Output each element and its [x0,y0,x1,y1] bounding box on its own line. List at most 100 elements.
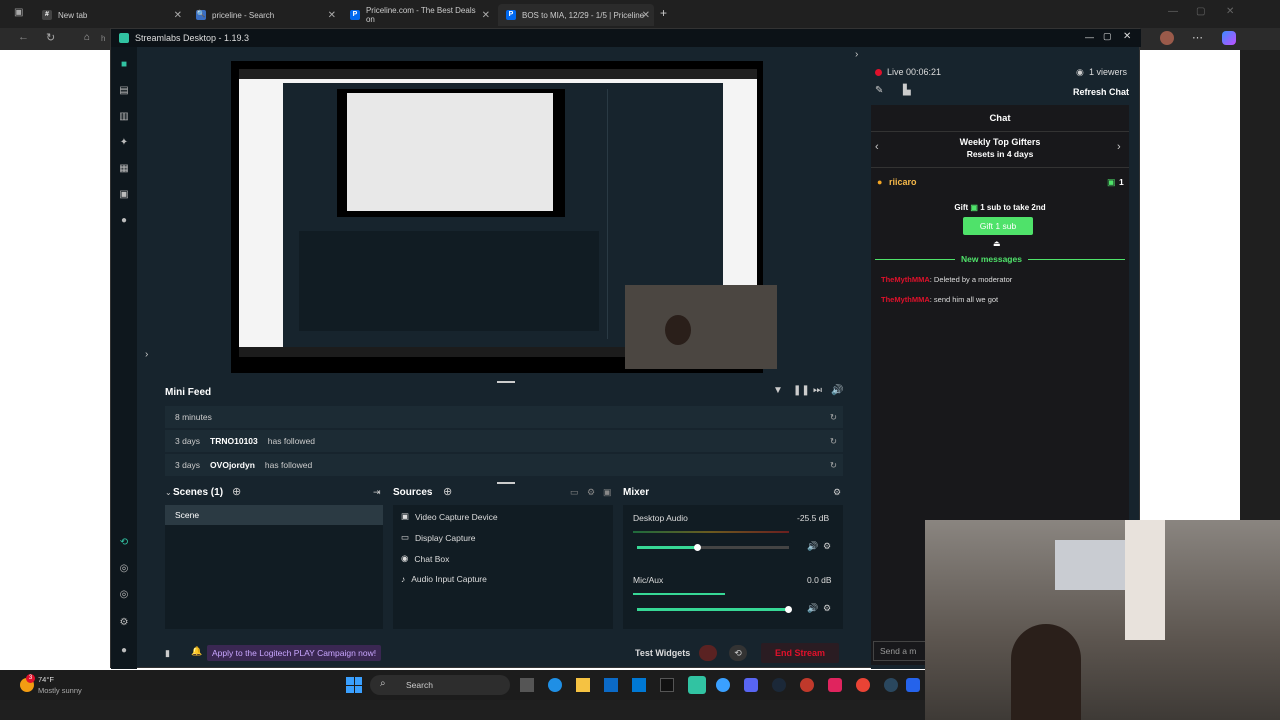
maximize-icon[interactable]: ▢ [1103,31,1112,42]
steam-icon-2[interactable] [884,678,898,692]
apps-icon[interactable]: ◎ [118,589,130,601]
edit-icon[interactable]: ✎ [875,85,883,96]
add-source-icon[interactable]: ⊕ [443,485,452,498]
app-icon[interactable] [716,678,730,692]
repeat-icon[interactable]: ↻ [830,460,837,471]
chat-tool-icon[interactable]: ▙ [903,85,911,96]
expand-left-icon[interactable]: › [145,349,148,360]
chat-user[interactable]: TheMythMMA [881,275,930,284]
settings-icon[interactable]: ⚙ [118,617,130,629]
steam-icon[interactable] [772,678,786,692]
collapse-chat-icon[interactable]: › [855,49,858,60]
source-settings-icon[interactable]: ⚙ [587,487,595,498]
edge-icon[interactable] [548,678,562,692]
source-item[interactable]: ◉ Chat Box [401,553,449,564]
studio-mode-icon[interactable]: ⟲ [118,537,130,549]
themes-icon[interactable]: ✦ [118,137,130,149]
taskbar-search[interactable]: Search [370,675,510,695]
slider-knob[interactable] [693,544,701,551]
app-icon-red[interactable] [800,678,814,692]
replay-buffer-icon[interactable]: ⟲ [729,645,747,661]
close-icon[interactable]: ✕ [642,10,650,21]
close-icon[interactable]: ✕ [328,10,336,21]
mute-icon[interactable]: 🔊 [807,603,818,614]
layout-editor-icon[interactable]: ◎ [118,563,130,575]
tab-priceline-search[interactable]: 🔍 priceline - Search ✕ [188,4,340,26]
volume-slider[interactable] [637,606,792,613]
windows-start-icon[interactable] [346,677,362,693]
top-gifters-title: Weekly Top Gifters [959,137,1041,147]
filter-icon[interactable]: ▼ [773,385,783,396]
resize-handle[interactable] [497,381,515,383]
more-menu-icon[interactable]: ⋯ [1192,31,1203,44]
media-icon[interactable]: ▣ [118,189,130,201]
tab-priceline-com[interactable]: P Priceline.com - The Best Deals on ✕ [342,4,494,26]
add-scene-icon[interactable]: ⊕ [232,485,241,498]
home-icon[interactable]: ⌂ [84,32,90,43]
close-icon[interactable]: ✕ [482,10,490,21]
collapse-icon[interactable]: ⌄ [165,488,172,497]
editor-icon[interactable]: ■ [118,59,130,71]
resize-handle[interactable] [497,482,515,484]
tab-new-tab[interactable]: # New tab ✕ [34,4,186,26]
folder-icon[interactable]: ▭ [570,487,579,498]
store-icon[interactable] [604,678,618,692]
maximize-icon[interactable]: ▢ [1196,6,1205,17]
profile-avatar[interactable] [1160,31,1174,45]
app-icon-blue[interactable] [906,678,920,692]
collapse-up-icon[interactable]: ⏏ [993,239,1001,248]
performance-icon[interactable]: ▮ [165,648,170,659]
mixer-settings-icon[interactable]: ⚙ [833,487,841,498]
reload-icon[interactable]: ↻ [46,31,55,44]
tab-actions-icon[interactable]: ▣ [14,7,23,18]
new-tab-button[interactable]: + [660,6,667,20]
stream-preview[interactable] [231,61,777,373]
source-group-icon[interactable]: ▣ [603,487,612,498]
source-item[interactable]: ▭ Display Capture [401,532,476,543]
outlook-icon[interactable] [632,678,646,692]
close-icon[interactable]: ✕ [174,10,182,21]
copilot-icon[interactable] [1222,31,1236,45]
channel-settings-icon[interactable]: ⚙ [823,541,831,552]
tiktok-icon[interactable] [660,678,674,692]
file-explorer-icon[interactable] [576,678,590,692]
promo-banner[interactable]: Apply to the Logitech PLAY Campaign now! [207,645,382,661]
rec-button[interactable] [699,645,717,661]
feed-action: has followed [267,436,316,446]
slider-knob[interactable] [785,606,792,613]
app-icon-pink[interactable] [828,678,842,692]
gift-sub-button[interactable]: Gift 1 sub [963,217,1033,235]
highlighter-icon[interactable]: ● [118,215,130,227]
task-view-icon[interactable] [520,678,534,692]
volume-icon[interactable]: 🔊 [831,385,843,396]
repeat-icon[interactable]: ↻ [830,412,837,423]
back-icon[interactable]: ← [18,31,29,43]
tab-bos-to-mia[interactable]: P BOS to MIA, 12/29 - 1/5 | Priceline ✕ [498,4,654,26]
chat-user[interactable]: TheMythMMA [881,295,930,304]
refresh-chat-button[interactable]: Refresh Chat [1073,87,1129,97]
pause-icon[interactable]: ❚❚ [793,385,810,396]
dashboard-icon[interactable]: ▤ [118,85,130,97]
volume-slider[interactable] [637,544,789,551]
end-stream-button[interactable]: End Stream [761,643,839,663]
scene-transition-icon[interactable]: ⇥ [373,487,381,498]
close-icon[interactable]: ✕ [1123,31,1131,42]
address-bar[interactable]: h [101,34,105,43]
minimize-icon[interactable]: — [1085,32,1094,42]
close-window-icon[interactable]: ✕ [1226,6,1234,17]
skip-icon[interactable]: ⏭ [813,385,822,396]
store-icon[interactable]: ▦ [118,163,130,175]
scene-item[interactable]: Scene [165,505,383,525]
minimize-icon[interactable]: — [1168,6,1178,17]
chrome-icon[interactable] [856,678,870,692]
discord-icon[interactable] [744,678,758,692]
source-item[interactable]: ♪ Audio Input Capture [401,574,487,584]
source-item[interactable]: ▣ Video Capture Device [401,511,498,522]
profile-icon[interactable]: ● [118,645,130,657]
repeat-icon[interactable]: ↻ [830,436,837,447]
streamlabs-taskbar-icon[interactable] [688,676,706,694]
layout-icon[interactable]: ▥ [118,111,130,123]
mute-icon[interactable]: 🔊 [807,541,818,552]
channel-settings-icon[interactable]: ⚙ [823,603,831,614]
notification-icon[interactable]: 🔔 [191,646,202,657]
